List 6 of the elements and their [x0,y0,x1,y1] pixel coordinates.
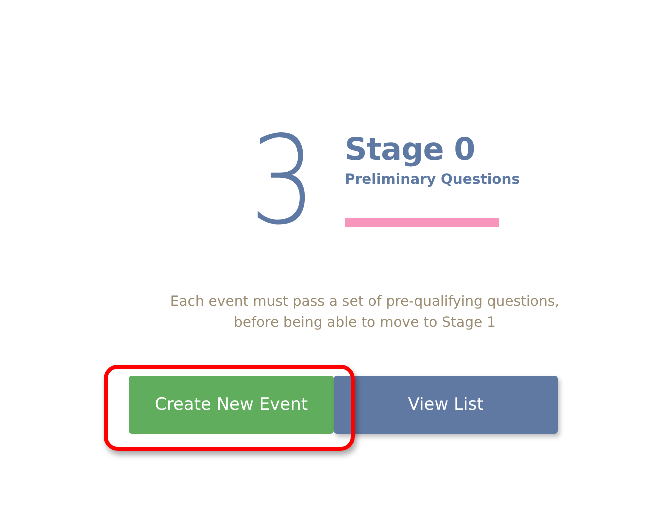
description: Each event must pass a set of pre-qualifying questions, before being able to move to Stage 1 [169,293,561,333]
stage-number: 3 [250,120,317,242]
action-button[interactable]: Create New Event [129,376,334,434]
stage-title: Stage 0 [345,131,476,170]
stage-subtitle: Preliminary Questions [345,171,520,190]
action-button[interactable]: View List [334,376,558,434]
